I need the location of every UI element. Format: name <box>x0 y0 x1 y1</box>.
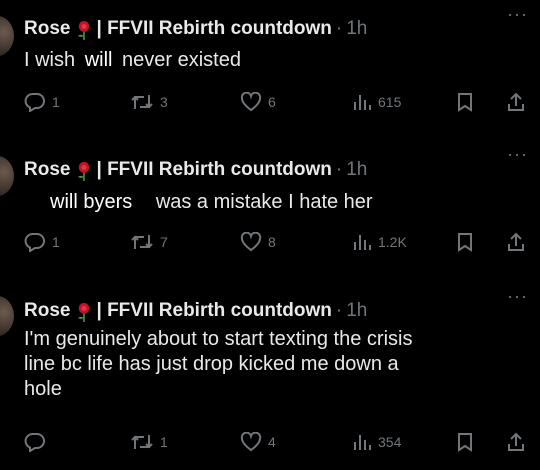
tweet-text: I'm genuinely about to start texting the… <box>24 327 524 402</box>
like-count: 8 <box>268 234 276 250</box>
tweet-text: will byers was a mistake I hate her <box>24 190 524 215</box>
bookmark-button[interactable] <box>456 232 474 252</box>
tweet-text-part: was a mistake I hate her <box>155 191 373 213</box>
share-button[interactable] <box>506 232 526 252</box>
share-icon <box>508 92 524 111</box>
retweet-button[interactable]: 1 <box>130 432 168 452</box>
tweet[interactable]: Rose | FFVII Rebirth countdown · 1h ··· … <box>0 282 540 470</box>
author-handle[interactable]: | FFVII Rebirth countdown <box>96 18 331 40</box>
views-icon <box>354 95 371 110</box>
share-icon <box>508 432 524 451</box>
like-count: 4 <box>268 434 276 450</box>
tweet-text-part: I wish <box>24 49 76 71</box>
rose-emoji-icon <box>78 21 90 40</box>
share-button[interactable] <box>506 432 526 452</box>
bookmark-icon <box>458 433 472 452</box>
reply-count: 1 <box>52 94 60 110</box>
tweet-text-part: never existed <box>122 49 241 71</box>
separator-dot: · <box>335 300 343 321</box>
views-icon <box>354 435 371 450</box>
reply-icon <box>24 233 45 252</box>
views-icon <box>354 235 371 250</box>
tweet-header: Rose | FFVII Rebirth countdown · 1h <box>24 298 367 324</box>
heart-icon <box>240 432 262 452</box>
views-count: 1.2K <box>378 234 407 250</box>
retweet-icon <box>131 235 153 249</box>
tweet[interactable]: Rose | FFVII Rebirth countdown · 1h ··· … <box>0 0 540 130</box>
author-name[interactable]: Rose <box>24 300 70 322</box>
avatar[interactable] <box>0 16 14 56</box>
overlay-caption: will <box>80 49 117 71</box>
tweet-text-line: I'm genuinely about to start texting the… <box>24 328 413 350</box>
retweet-button[interactable]: 7 <box>130 232 168 252</box>
separator-dot: · <box>335 18 343 39</box>
reply-button[interactable] <box>24 432 52 452</box>
timestamp[interactable]: 1h <box>346 159 367 181</box>
heart-icon <box>240 92 262 112</box>
author-name[interactable]: Rose <box>24 159 70 181</box>
timestamp[interactable]: 1h <box>346 300 367 322</box>
like-button[interactable]: 4 <box>240 432 276 452</box>
tweet-actions: 1 7 8 1.2K <box>0 232 540 256</box>
retweet-count: 7 <box>160 234 168 250</box>
bookmark-button[interactable] <box>456 92 474 112</box>
overlay-caption: will byers <box>46 191 137 213</box>
author-handle[interactable]: | FFVII Rebirth countdown <box>96 159 331 181</box>
more-icon[interactable]: ··· <box>507 144 528 165</box>
retweet-count: 1 <box>160 434 168 450</box>
tweet-text-line: hole <box>24 378 62 400</box>
tweet-text-line: line bc life has just drop kicked me dow… <box>24 353 399 375</box>
bookmark-icon <box>458 93 472 112</box>
tweet-header: Rose | FFVII Rebirth countdown · 1h <box>24 157 367 183</box>
reply-button[interactable]: 1 <box>24 232 60 252</box>
reply-icon <box>24 93 45 112</box>
reply-icon <box>24 433 45 452</box>
views-button[interactable]: 615 <box>352 92 401 112</box>
author-handle[interactable]: | FFVII Rebirth countdown <box>96 300 331 322</box>
bookmark-icon <box>458 233 472 252</box>
rose-emoji-icon <box>78 303 90 322</box>
author-name[interactable]: Rose <box>24 18 70 40</box>
tweet-actions: 1 4 354 <box>0 432 540 456</box>
timeline: Rose | FFVII Rebirth countdown · 1h ··· … <box>0 0 540 470</box>
tweet-header: Rose | FFVII Rebirth countdown · 1h <box>24 16 367 42</box>
tweet-text: I wish will never existed <box>24 48 524 73</box>
tweet-actions: 1 3 6 615 <box>0 92 540 116</box>
share-button[interactable] <box>506 92 526 112</box>
retweet-button[interactable]: 3 <box>130 92 168 112</box>
heart-icon <box>240 232 262 252</box>
retweet-count: 3 <box>160 94 168 110</box>
avatar[interactable] <box>0 156 14 196</box>
retweet-icon <box>131 435 153 449</box>
views-button[interactable]: 354 <box>352 432 401 452</box>
tweet[interactable]: Rose | FFVII Rebirth countdown · 1h ··· … <box>0 140 540 270</box>
timestamp[interactable]: 1h <box>346 18 367 40</box>
reply-count: 1 <box>52 234 60 250</box>
views-count: 354 <box>378 434 402 450</box>
like-button[interactable]: 8 <box>240 232 276 252</box>
more-icon[interactable]: ··· <box>507 286 528 307</box>
bookmark-button[interactable] <box>456 432 474 452</box>
avatar[interactable] <box>0 296 14 336</box>
more-icon[interactable]: ··· <box>507 4 528 25</box>
reply-button[interactable]: 1 <box>24 92 60 112</box>
views-count: 615 <box>378 94 402 110</box>
like-count: 6 <box>268 94 276 110</box>
rose-emoji-icon <box>78 162 90 181</box>
views-button[interactable]: 1.2K <box>352 232 407 252</box>
share-icon <box>508 232 524 251</box>
separator-dot: · <box>335 159 343 180</box>
like-button[interactable]: 6 <box>240 92 276 112</box>
retweet-icon <box>131 95 153 109</box>
